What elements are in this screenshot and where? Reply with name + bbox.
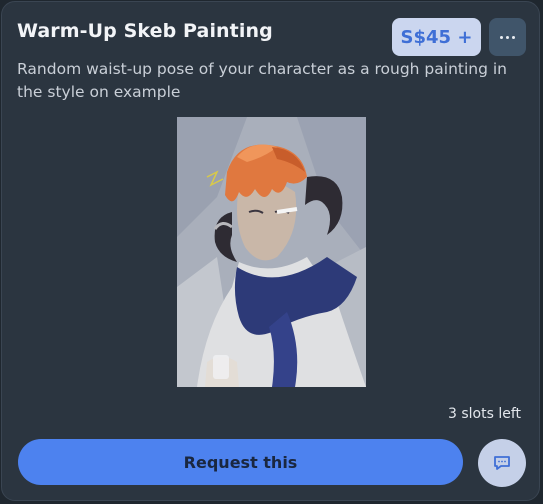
more-dots-icon xyxy=(500,35,515,39)
price-badge[interactable]: S$45 + xyxy=(392,18,481,56)
request-button[interactable]: Request this xyxy=(18,439,463,485)
chat-button[interactable] xyxy=(478,439,526,487)
slots-left: 3 slots left xyxy=(447,406,521,422)
chat-icon xyxy=(494,456,510,470)
card-description: Random waist-up pose of your character a… xyxy=(17,60,507,101)
example-artwork[interactable] xyxy=(177,117,366,387)
more-options-button[interactable] xyxy=(489,18,526,56)
card-title: Warm-Up Skeb Painting xyxy=(17,20,273,42)
commission-card: Warm-Up Skeb Painting S$45 + Random wais… xyxy=(1,1,540,501)
